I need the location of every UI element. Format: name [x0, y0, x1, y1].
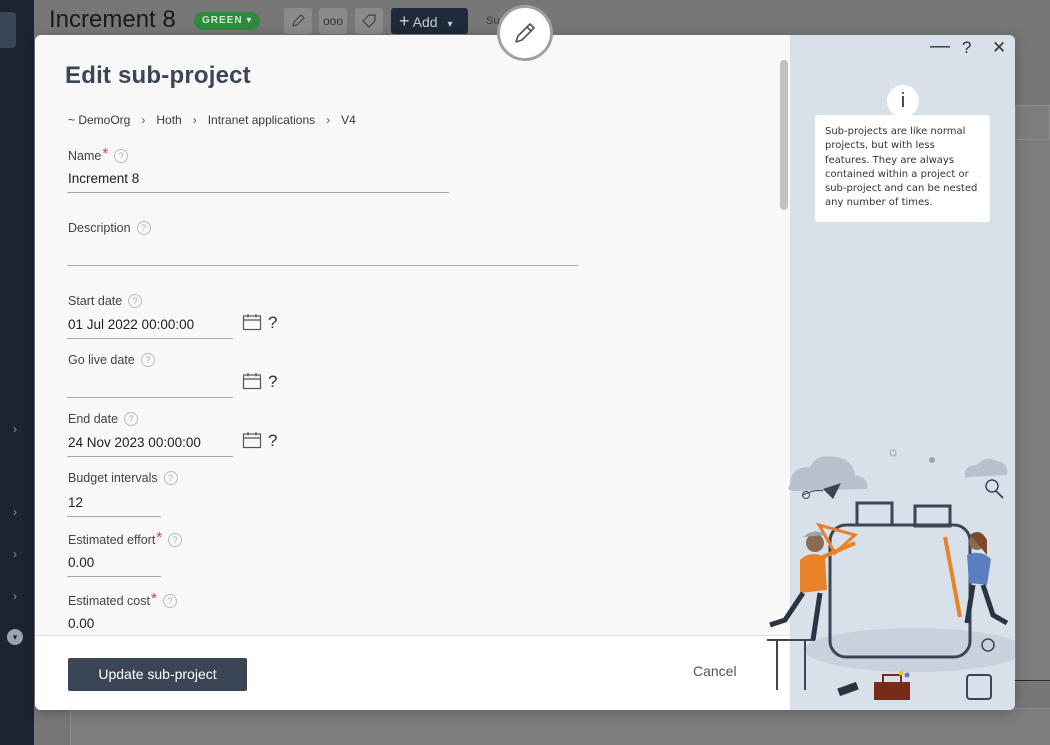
- go-live-date-help-button[interactable]: ?: [268, 372, 277, 392]
- background-panel: [70, 708, 1050, 745]
- estimated-cost-label: Estimated cost * ?: [68, 590, 177, 609]
- info-text: Sub-projects are like normal projects, b…: [815, 115, 990, 222]
- calendar-icon[interactable]: [242, 431, 262, 449]
- minimize-icon[interactable]: —: [930, 35, 950, 58]
- chevron-down-circle-icon[interactable]: ▾: [7, 629, 23, 645]
- budget-intervals-label: Budget intervals ?: [68, 471, 178, 485]
- calendar-icon[interactable]: [242, 313, 262, 331]
- chevron-right-icon[interactable]: ›: [7, 546, 23, 562]
- info-icon: i: [887, 85, 919, 117]
- divider: [1015, 680, 1050, 681]
- required-marker: *: [156, 529, 163, 546]
- chevron-right-icon: ›: [192, 113, 197, 127]
- breadcrumb: ~ DemoOrg › Hoth › Intranet applications…: [68, 113, 356, 127]
- breadcrumb-item[interactable]: Intranet applications: [208, 113, 315, 127]
- edit-tool-button[interactable]: [284, 8, 312, 34]
- help-circle-icon[interactable]: ?: [163, 471, 178, 485]
- sidebar-tab[interactable]: [0, 12, 16, 48]
- estimated-effort-field[interactable]: 0.00: [68, 555, 94, 570]
- update-subproject-button[interactable]: Update sub-project: [68, 658, 247, 691]
- chevron-right-icon[interactable]: ›: [7, 588, 23, 604]
- status-badge[interactable]: GREEN ▾: [194, 12, 261, 30]
- plus-icon: +: [399, 11, 410, 31]
- breadcrumb-item[interactable]: V4: [341, 113, 356, 127]
- start-date-underline: [67, 338, 233, 339]
- estimated-effort-label: Estimated effort * ?: [68, 529, 183, 548]
- go-live-date-label-text: Go live date: [68, 353, 135, 367]
- tag-icon: [362, 14, 376, 28]
- chevron-right-icon: ›: [141, 113, 146, 127]
- estimated-cost-field[interactable]: 0.00: [68, 616, 94, 631]
- estimated-cost-label-text: Estimated cost: [68, 593, 150, 608]
- help-circle-icon[interactable]: ?: [128, 294, 143, 308]
- scrollbar[interactable]: [780, 60, 788, 210]
- budget-intervals-field[interactable]: 12: [68, 495, 83, 510]
- help-icon[interactable]: ?: [962, 38, 971, 58]
- help-circle-icon[interactable]: ?: [168, 532, 183, 547]
- help-circle-icon[interactable]: ?: [114, 148, 129, 163]
- chevron-right-icon: ›: [326, 113, 331, 127]
- name-field-underline: [67, 192, 449, 193]
- status-badge-label: GREEN: [202, 15, 243, 26]
- pencil-icon: [292, 14, 305, 27]
- more-button[interactable]: ooo: [319, 8, 347, 34]
- start-date-label: Start date ?: [68, 294, 143, 308]
- name-label-text: Name: [68, 148, 102, 163]
- start-date-label-text: Start date: [68, 294, 123, 308]
- estimated-effort-underline: [67, 576, 161, 577]
- breadcrumb-item[interactable]: ~ DemoOrg: [68, 113, 130, 127]
- add-button-label: Add: [412, 14, 438, 30]
- end-date-help-button[interactable]: ?: [268, 431, 277, 451]
- go-live-date-field[interactable]: [68, 376, 233, 396]
- start-date-field[interactable]: 01 Jul 2022 00:00:00: [68, 317, 194, 332]
- description-label: Description ?: [68, 221, 151, 235]
- calendar-icon[interactable]: [242, 372, 262, 390]
- name-field[interactable]: Increment 8: [68, 171, 139, 186]
- start-date-help-button[interactable]: ?: [268, 313, 277, 333]
- help-circle-icon[interactable]: ?: [136, 221, 151, 235]
- end-date-field[interactable]: 24 Nov 2023 00:00:00: [68, 435, 201, 450]
- more-icon: ooo: [322, 14, 344, 28]
- chevron-right-icon[interactable]: ›: [7, 421, 23, 437]
- cancel-button[interactable]: Cancel: [693, 663, 737, 679]
- help-circle-icon[interactable]: ?: [140, 353, 155, 367]
- form-panel: Edit sub-project ~ DemoOrg › Hoth › Intr…: [35, 35, 790, 635]
- description-field-underline: [67, 265, 578, 266]
- description-field[interactable]: [68, 245, 578, 265]
- close-icon[interactable]: ✕: [992, 38, 1006, 58]
- end-date-label: End date ?: [68, 412, 139, 426]
- edit-badge: [497, 5, 553, 61]
- pencil-icon: [515, 23, 535, 43]
- teamwork-illustration: [767, 449, 1015, 700]
- chevron-right-icon[interactable]: ›: [7, 504, 23, 520]
- help-circle-icon[interactable]: ?: [162, 593, 177, 608]
- description-label-text: Description: [68, 221, 131, 235]
- chevron-down-icon: ▾: [447, 19, 453, 30]
- background-panel: [1015, 105, 1050, 140]
- budget-intervals-label-text: Budget intervals: [68, 471, 158, 485]
- end-date-underline: [67, 456, 233, 457]
- tag-button[interactable]: [355, 8, 383, 34]
- dialog-footer: Update sub-project Cancel: [35, 635, 790, 710]
- required-marker: *: [150, 590, 157, 607]
- end-date-label-text: End date: [68, 412, 119, 426]
- go-live-date-label: Go live date ?: [68, 353, 155, 367]
- page-title: Increment 8: [49, 6, 176, 33]
- estimated-effort-label-text: Estimated effort: [68, 532, 156, 547]
- add-button[interactable]: + Add ▾: [391, 8, 468, 34]
- name-label: Name * ?: [68, 145, 129, 164]
- required-marker: *: [102, 145, 109, 162]
- breadcrumb-item[interactable]: Hoth: [156, 113, 181, 127]
- app-sidebar: › › › › ▾: [0, 0, 34, 745]
- dialog-title: Edit sub-project: [65, 62, 251, 89]
- help-circle-icon[interactable]: ?: [124, 412, 139, 426]
- budget-intervals-underline: [67, 516, 161, 517]
- go-live-date-underline: [67, 397, 233, 398]
- edit-subproject-dialog: Edit sub-project ~ DemoOrg › Hoth › Intr…: [35, 35, 1015, 710]
- background-panel: [1015, 140, 1050, 680]
